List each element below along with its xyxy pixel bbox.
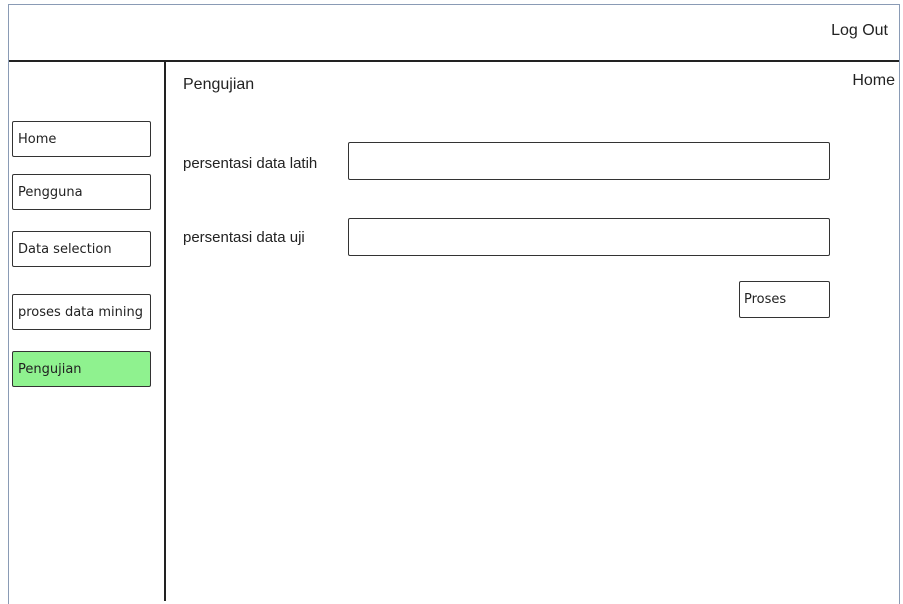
sidebar-item-home[interactable]: Home: [12, 121, 151, 157]
sidebar-item-pengguna[interactable]: Pengguna: [12, 174, 151, 210]
train-percentage-label: persentasi data latih: [183, 155, 318, 172]
proses-button[interactable]: Proses: [739, 281, 830, 318]
train-percentage-input[interactable]: [348, 142, 830, 180]
sidebar-divider: [164, 61, 166, 601]
breadcrumb-home[interactable]: Home: [852, 72, 895, 90]
test-percentage-label: persentasi data uji: [183, 229, 305, 246]
sidebar-item-data-selection[interactable]: Data selection: [12, 231, 151, 267]
logout-link[interactable]: Log Out: [831, 22, 888, 40]
page-title: Pengujian: [183, 76, 255, 93]
sidebar-item-pengujian[interactable]: Pengujian: [12, 351, 151, 387]
header-divider: [9, 60, 899, 62]
sidebar-item-proses-data-mining[interactable]: proses data mining: [12, 294, 151, 330]
test-percentage-input[interactable]: [348, 218, 830, 256]
